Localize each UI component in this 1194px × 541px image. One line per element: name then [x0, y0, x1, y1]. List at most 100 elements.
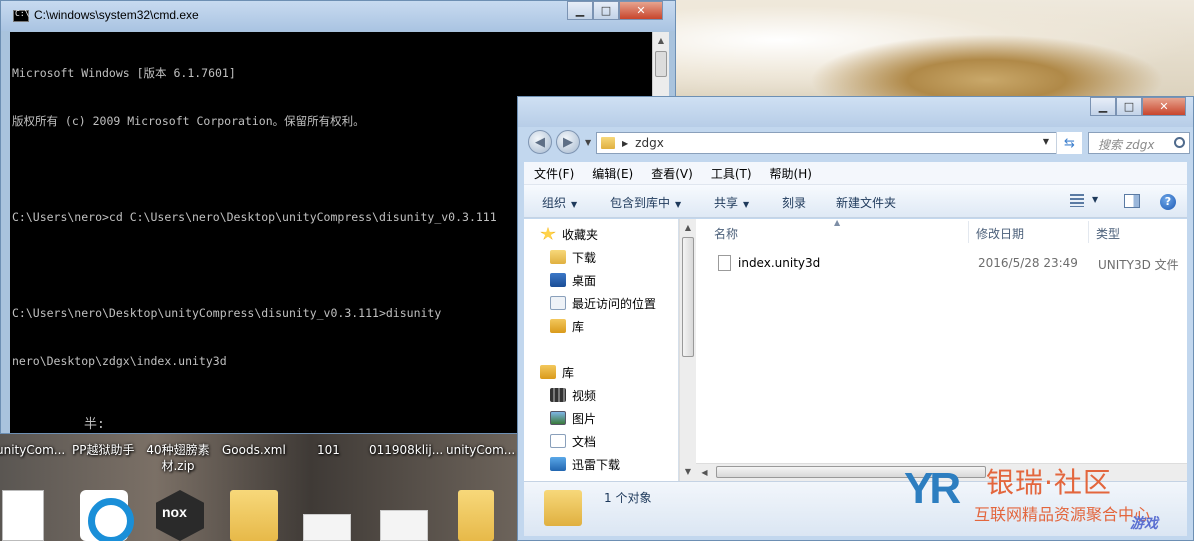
share-label: 共享 — [714, 196, 739, 210]
item-count: 1 个对象 — [604, 491, 652, 505]
view-options-icon[interactable] — [1070, 194, 1084, 207]
cmd-window-title: C:\windows\system32\cmd.exe — [34, 8, 199, 22]
pp-assistant-icon[interactable] — [80, 490, 134, 541]
view-dropdown-icon[interactable]: ▼ — [1092, 195, 1098, 204]
navigation-bar: ◀ ▶ ▼ ▶ zdgx ▼ ⇆ 搜索 zdgx — [518, 127, 1193, 159]
minimize-button[interactable]: ▁ — [567, 1, 593, 20]
desktop-label[interactable]: Goods.xml — [222, 442, 286, 458]
search-input[interactable]: 搜索 zdgx — [1088, 132, 1190, 154]
search-icon[interactable] — [1174, 137, 1185, 148]
folder-icon[interactable] — [230, 490, 278, 541]
file-list: ▲ 名称 修改日期 类型 index.unity3d 2016/5/28 23:… — [696, 218, 1187, 481]
videos-icon — [550, 388, 566, 402]
nav-item-library[interactable]: 库 — [550, 315, 584, 337]
organize-button[interactable]: 组织 ▼ — [542, 194, 577, 211]
menu-view[interactable]: 查看(V) — [641, 165, 701, 182]
nox-icon[interactable]: nox — [156, 490, 204, 541]
file-icon[interactable] — [2, 490, 44, 541]
watermark-logo: YR — [904, 457, 966, 521]
explorer-window-controls: ▁ □ ✕ — [1090, 97, 1186, 116]
column-divider[interactable] — [1088, 221, 1089, 243]
forward-button[interactable]: ▶ — [556, 130, 580, 154]
close-button[interactable]: ✕ — [619, 1, 663, 20]
desktop-label[interactable]: unityCom... — [0, 442, 65, 458]
nav-item-downloads[interactable]: 下载 — [550, 246, 596, 268]
libraries-icon — [540, 365, 556, 379]
nav-item-recent-places[interactable]: 最近访问的位置 — [550, 292, 656, 314]
nav-favorites[interactable]: 收藏夹 — [540, 223, 598, 245]
menu-tools[interactable]: 工具(T) — [701, 165, 760, 182]
document-thumbnail-icon[interactable] — [303, 514, 351, 541]
maximize-button[interactable]: □ — [593, 1, 619, 20]
desktop-label[interactable]: 101 — [317, 442, 340, 458]
minimize-button[interactable]: ▁ — [1090, 97, 1116, 116]
scrollbar-thumb[interactable] — [682, 237, 694, 357]
search-placeholder: 搜索 zdgx — [1098, 138, 1155, 152]
nav-item-thunder-downloads[interactable]: 迅雷下载 — [550, 453, 620, 475]
nav-libraries[interactable]: 库 — [540, 361, 574, 383]
desktop-label[interactable]: 011908klij... — [369, 442, 443, 458]
scroll-left-arrow-icon[interactable]: ◀ — [696, 464, 713, 481]
menu-help[interactable]: 帮助(H) — [760, 165, 820, 182]
file-modified-date: 2016/5/28 23:49 — [978, 256, 1078, 270]
cmd-titlebar[interactable]: C:\windows\system32\cmd.exe ▁ □ ✕ — [1, 1, 675, 31]
scroll-up-arrow-icon[interactable]: ▲ — [680, 219, 696, 236]
folder-icon — [601, 137, 615, 149]
refresh-button[interactable]: ⇆ — [1056, 132, 1082, 154]
file-icon — [718, 255, 731, 271]
explorer-titlebar[interactable]: ▁ □ ✕ — [518, 97, 1193, 127]
address-history-dropdown-icon[interactable]: ▼ — [1043, 137, 1049, 146]
address-path[interactable]: zdgx — [635, 136, 664, 150]
file-row[interactable]: index.unity3d 2016/5/28 23:49 UNITY3D 文件 — [698, 253, 1185, 275]
desktop-label[interactable]: 40种翅膀素 材.zip — [146, 442, 210, 474]
maximize-button[interactable]: □ — [1116, 97, 1142, 116]
menu-edit[interactable]: 编辑(E) — [582, 165, 641, 182]
breadcrumb-chevron-icon[interactable]: ▶ — [622, 139, 628, 148]
address-bar[interactable]: ▶ zdgx ▼ — [596, 132, 1082, 154]
nav-item-label: 视频 — [572, 388, 597, 403]
help-icon[interactable]: ? — [1160, 194, 1176, 210]
desktop-label[interactable]: unityCom... — [446, 442, 515, 458]
share-button[interactable]: 共享 ▼ — [714, 194, 749, 211]
logo-text: YR — [904, 464, 961, 513]
column-header-modified[interactable]: 修改日期 — [976, 225, 1024, 242]
recent-pages-dropdown-icon[interactable]: ▼ — [585, 138, 591, 147]
watermark-game-mark: 游戏 — [1130, 516, 1158, 532]
column-header-type[interactable]: 类型 — [1096, 225, 1120, 242]
nav-item-label: 迅雷下载 — [572, 457, 621, 472]
desktop-label-row: unityCom... PP越狱助手 40种翅膀素 材.zip Goods.xm… — [0, 442, 518, 482]
nav-item-label: 下载 — [572, 250, 597, 265]
documents-icon — [550, 434, 566, 448]
folder-icon[interactable] — [458, 490, 494, 541]
scroll-down-arrow-icon[interactable]: ▼ — [680, 463, 696, 480]
column-header-name[interactable]: 名称 — [714, 225, 738, 242]
nav-item-pictures[interactable]: 图片 — [550, 407, 596, 429]
document-thumbnail-icon[interactable] — [380, 510, 428, 541]
new-folder-button[interactable]: 新建文件夹 — [836, 194, 896, 211]
cmd-window-controls: ▁ □ ✕ — [567, 1, 663, 20]
burn-button[interactable]: 刻录 — [782, 194, 806, 211]
nav-item-label: 桌面 — [572, 273, 597, 288]
library-folder-icon — [550, 319, 566, 333]
nav-item-videos[interactable]: 视频 — [550, 384, 596, 406]
close-button[interactable]: ✕ — [1142, 97, 1186, 116]
include-in-library-button[interactable]: 包含到库中 ▼ — [610, 194, 681, 211]
scrollbar-thumb[interactable] — [655, 51, 667, 77]
desktop-label[interactable]: PP越狱助手 — [72, 442, 134, 458]
column-divider[interactable] — [968, 221, 969, 243]
file-type: UNITY3D 文件 — [1098, 258, 1179, 272]
pictures-icon — [550, 411, 566, 425]
preview-pane-icon[interactable] — [1124, 194, 1140, 208]
navigation-pane-scrollbar[interactable]: ▲ ▼ — [679, 219, 696, 481]
menu-file[interactable]: 文件(F) — [524, 165, 582, 182]
nav-item-documents[interactable]: 文档 — [550, 430, 596, 452]
menu-bar: 文件(F) 编辑(E) 查看(V) 工具(T) 帮助(H) — [524, 162, 1187, 185]
nav-item-desktop[interactable]: 桌面 — [550, 269, 596, 291]
nav-item-label: 库 — [572, 319, 585, 334]
back-button[interactable]: ◀ — [528, 130, 552, 154]
nav-libraries-label: 库 — [562, 365, 575, 380]
ime-indicator: 半: — [84, 417, 105, 432]
nav-item-label: 文档 — [572, 434, 597, 449]
scroll-up-arrow-icon[interactable]: ▲ — [653, 32, 669, 49]
cmd-app-icon — [13, 9, 29, 22]
